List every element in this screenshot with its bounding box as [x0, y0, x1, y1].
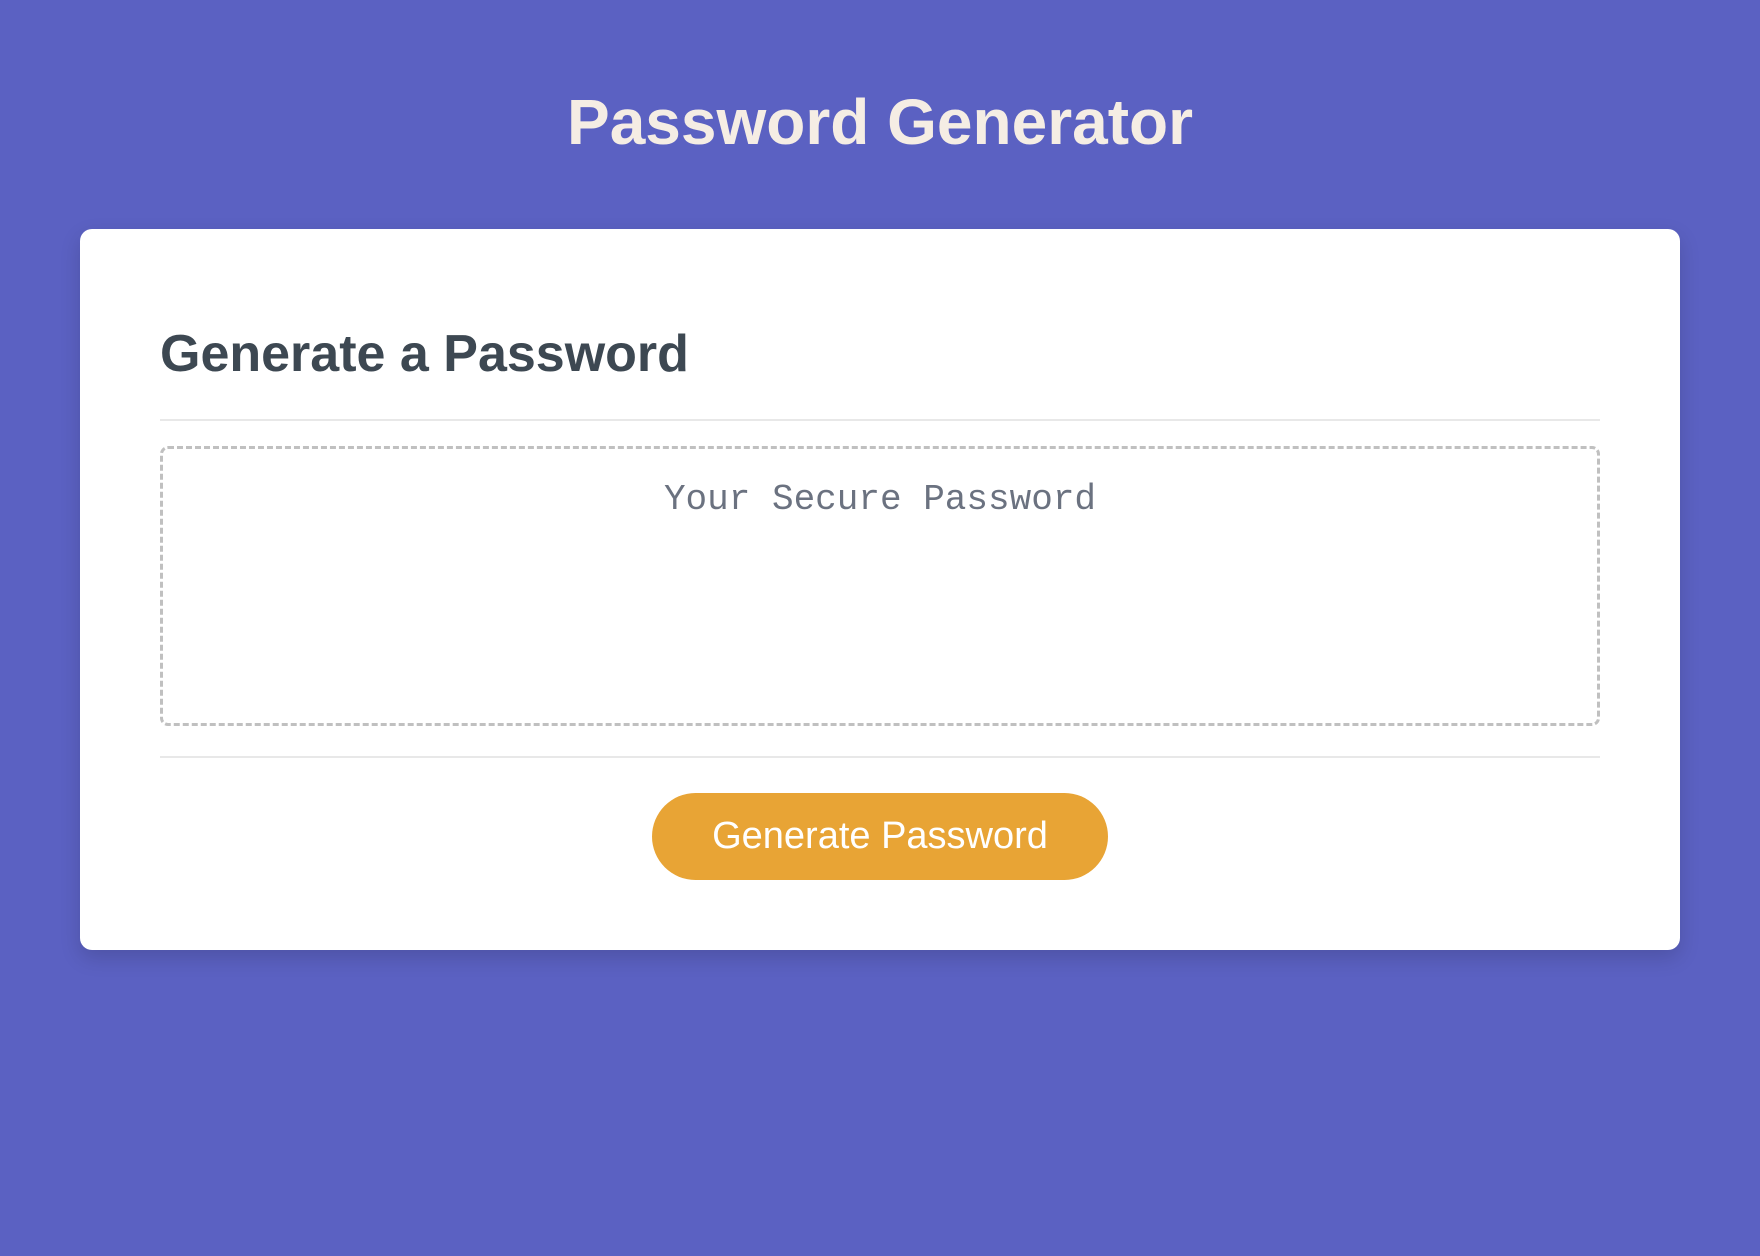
divider-top [160, 419, 1600, 421]
button-wrapper: Generate Password [160, 793, 1600, 880]
generator-card: Generate a Password Generate Password [80, 229, 1680, 950]
password-output[interactable] [160, 446, 1600, 726]
page-title: Password Generator [0, 0, 1760, 229]
card-heading: Generate a Password [160, 324, 1600, 384]
divider-bottom [160, 756, 1600, 758]
generate-password-button[interactable]: Generate Password [652, 793, 1108, 880]
